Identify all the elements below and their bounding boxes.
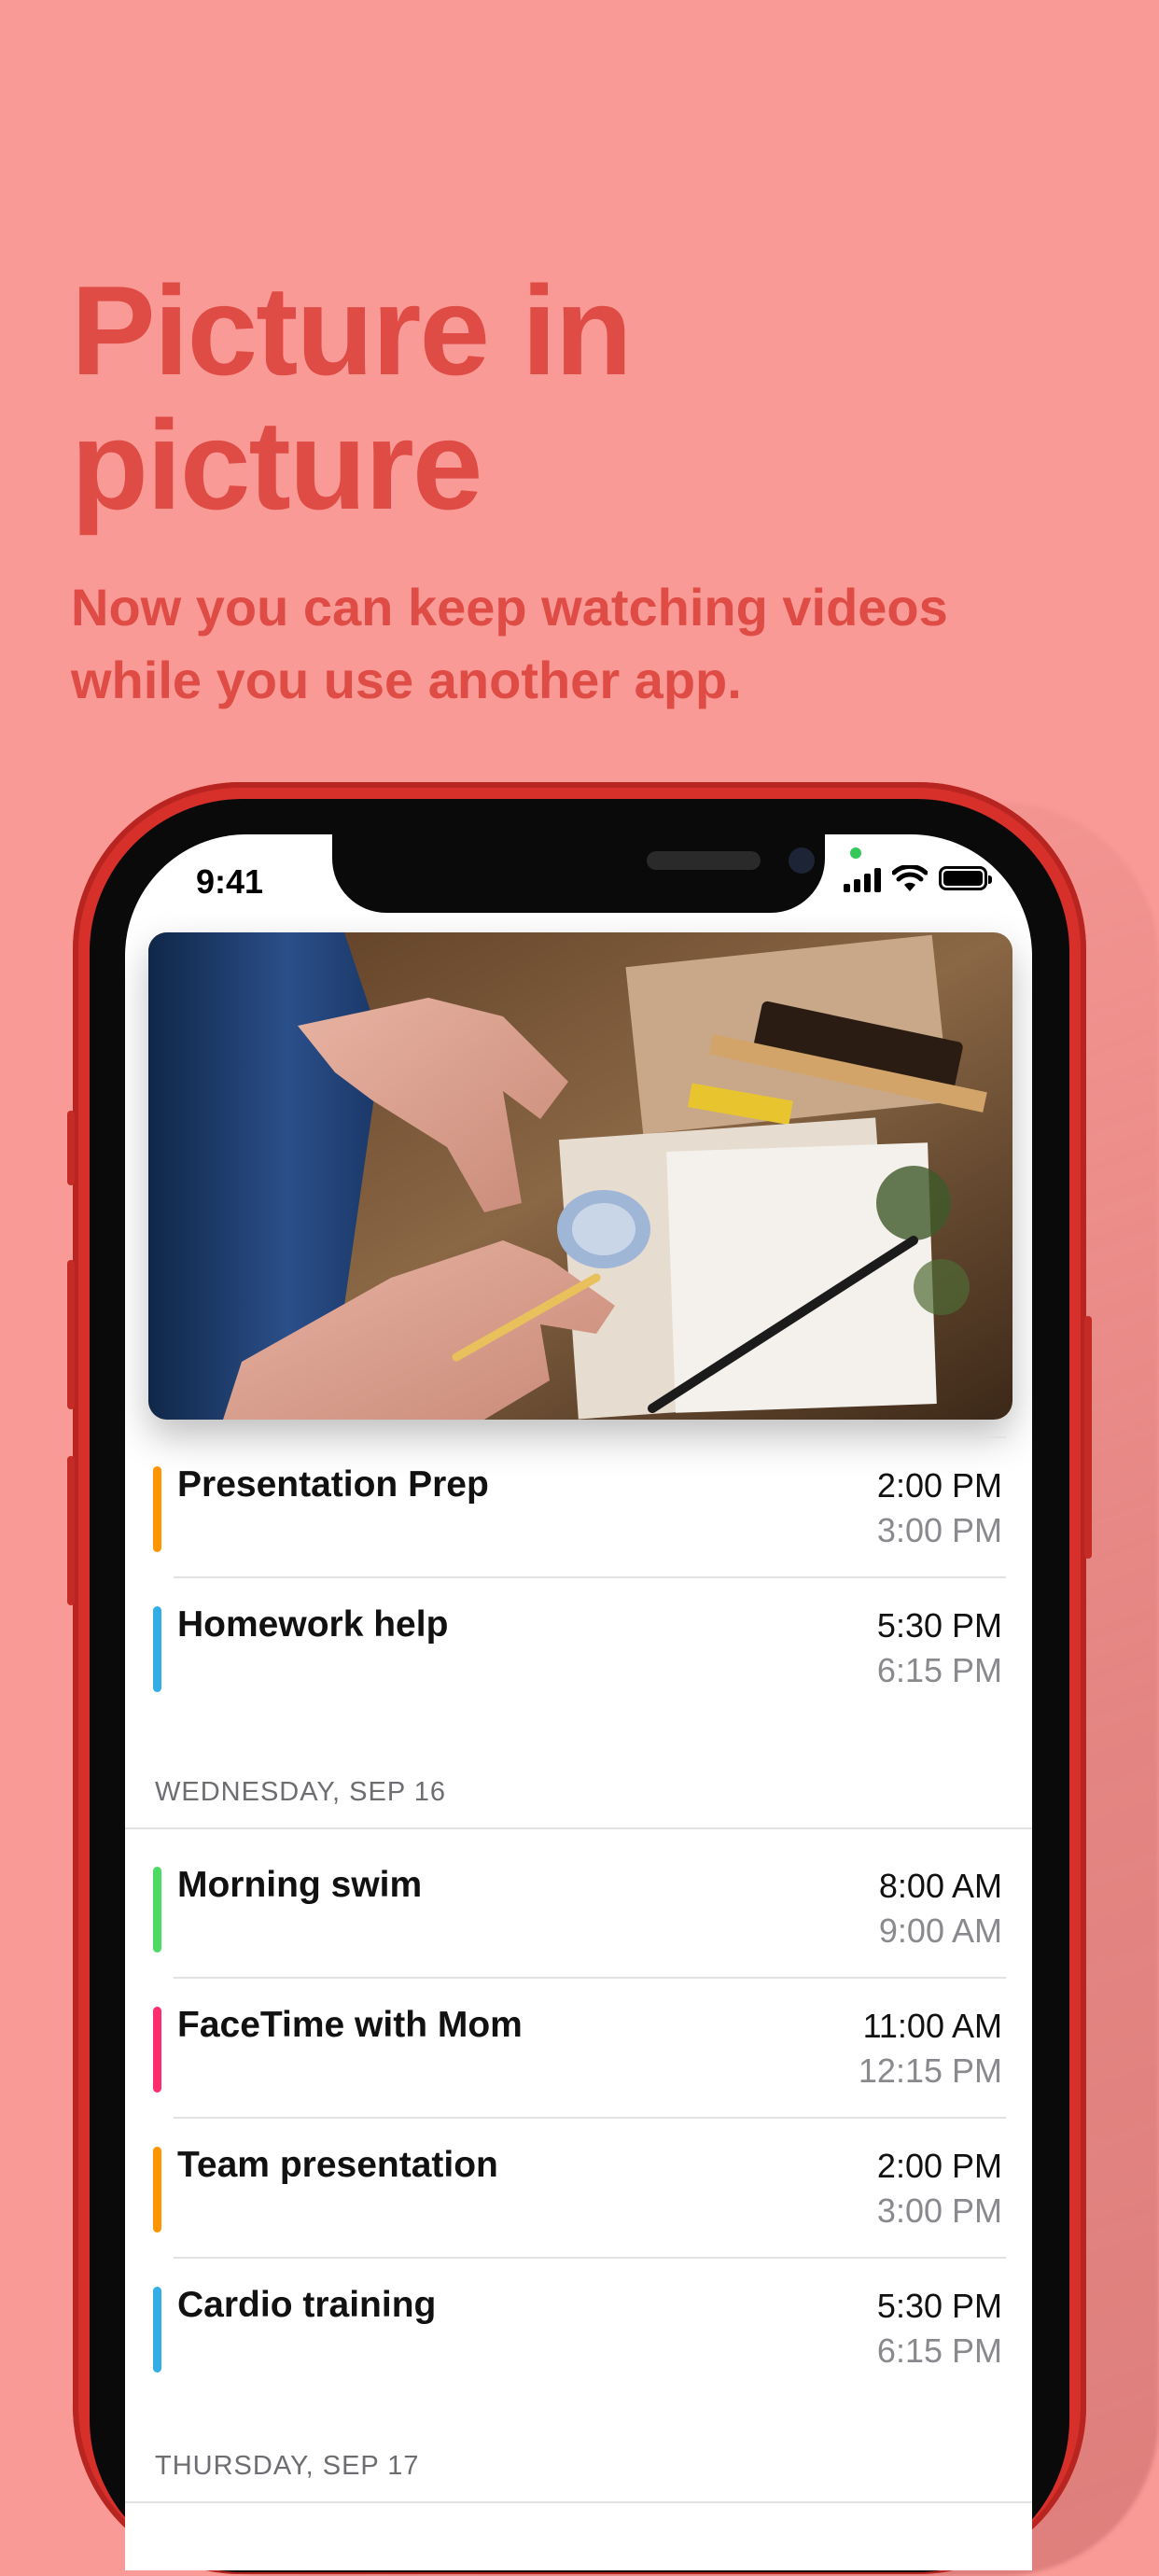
event-row[interactable]: Team presentation 2:00 PM 3:00 PM: [125, 2117, 1032, 2257]
event-start-time: 11:00 AM: [862, 2007, 1002, 2045]
headline-line-1: Picture in: [71, 259, 633, 401]
event-title: Morning swim: [177, 1865, 423, 1905]
event-color-bar: [153, 2287, 161, 2373]
event-end-time: 6:15 PM: [876, 1651, 1002, 1689]
event-start-time: 5:30 PM: [876, 1606, 1002, 1645]
earpiece-speaker: [647, 851, 761, 870]
video-frame: [148, 932, 1012, 1420]
event-start-time: 8:00 AM: [878, 1867, 1002, 1905]
event-end-time: 12:15 PM: [858, 2051, 1002, 2090]
event-title: Homework help: [177, 1604, 449, 1645]
event-start-time: 2:00 PM: [876, 2147, 1002, 2185]
section-header-date: THURSDAY, SEP 17: [155, 2451, 420, 2481]
volume-down-button: [67, 1456, 75, 1605]
wifi-icon: [892, 865, 928, 891]
event-color-bar: [153, 2147, 161, 2233]
headline: Picture in picture: [71, 263, 1097, 532]
section-header-date: WEDNESDAY, SEP 16: [155, 1777, 446, 1807]
notch: [332, 834, 825, 913]
event-start-time: 5:30 PM: [876, 2287, 1002, 2325]
subheadline-line-1: Now you can keep watching videos: [71, 578, 948, 637]
event-color-bar: [153, 1466, 161, 1552]
event-title: Cardio training: [177, 2285, 437, 2325]
subheadline-line-2: while you use another app.: [71, 651, 742, 709]
volume-up-button: [67, 1260, 75, 1409]
event-end-time: 6:15 PM: [876, 2331, 1002, 2370]
cellular-signal-icon: [844, 868, 885, 892]
status-time: 9:41: [196, 862, 264, 901]
event-title: Team presentation: [177, 2145, 498, 2185]
event-color-bar: [153, 2007, 161, 2093]
event-title: FaceTime with Mom: [177, 2005, 523, 2045]
power-button: [1084, 1316, 1092, 1559]
event-color-bar: [153, 1606, 161, 1692]
subheadline: Now you can keep watching videos while y…: [71, 571, 1097, 717]
headline-line-2: picture: [71, 394, 482, 536]
event-title: Presentation Prep: [177, 1464, 489, 1505]
event-start-time: 2:00 PM: [876, 1466, 1002, 1505]
event-end-time: 3:00 PM: [876, 2191, 1002, 2230]
front-camera: [789, 847, 815, 874]
event-row[interactable]: FaceTime with Mom 11:00 AM 12:15 PM: [125, 1977, 1032, 2117]
event-row[interactable]: Homework help 5:30 PM 6:15 PM: [125, 1576, 1032, 1716]
section-divider: [125, 2501, 1032, 2503]
battery-icon: [939, 866, 992, 890]
camera-in-use-indicator: [850, 847, 861, 859]
event-color-bar: [153, 1867, 161, 1953]
pip-video-window[interactable]: [148, 932, 1012, 1420]
event-row[interactable]: Cardio training 5:30 PM 6:15 PM: [125, 2257, 1032, 2397]
event-end-time: 9:00 AM: [878, 1911, 1002, 1950]
phone-screen: 9:41 Presentation Prep 2:00 PM 3:00 PM H…: [125, 834, 1032, 2570]
event-end-time: 3:00 PM: [876, 1511, 1002, 1549]
event-row[interactable]: Presentation Prep 2:00 PM 3:00 PM: [125, 1436, 1032, 1576]
event-row[interactable]: Morning swim 8:00 AM 9:00 AM: [125, 1829, 1032, 1969]
mute-switch: [67, 1111, 75, 1185]
